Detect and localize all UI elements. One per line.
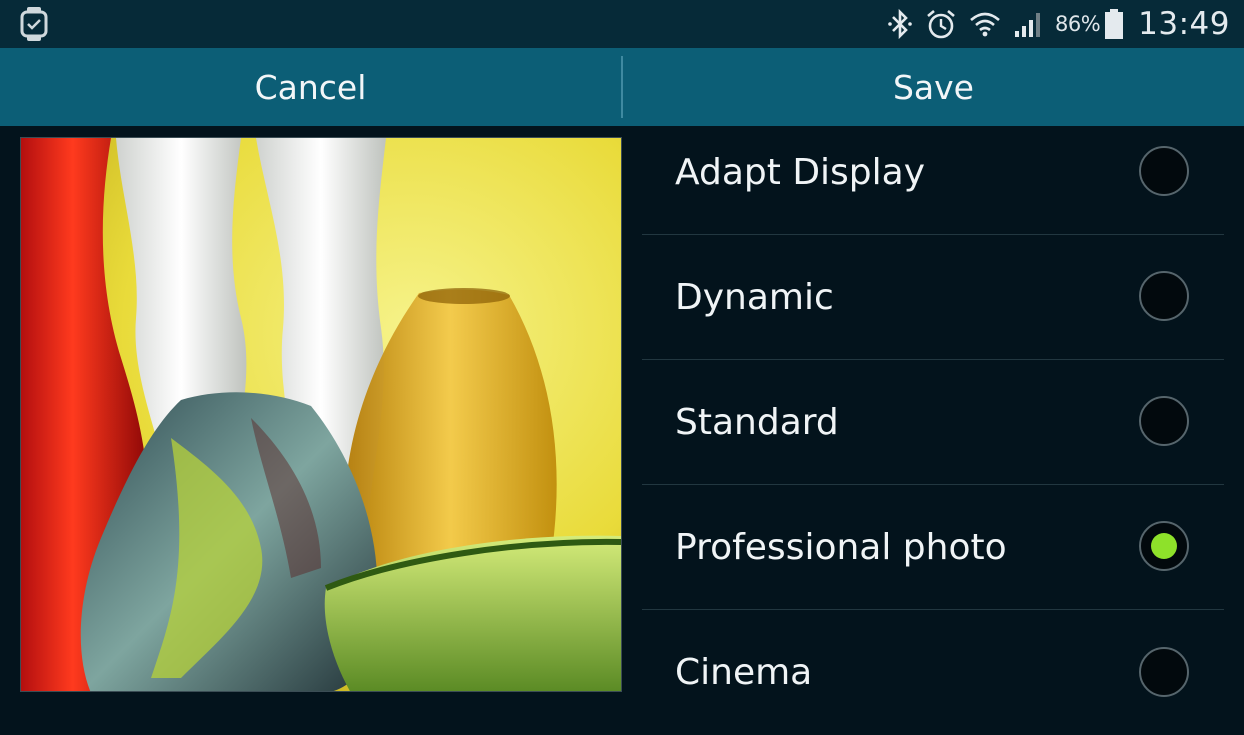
screen-mode-list: Adapt Display Dynamic Standard Professio… [642,0,1224,735]
smartwatch-icon [20,7,48,41]
radio-button[interactable] [1139,396,1189,446]
vases-illustration [21,138,621,691]
mode-label: Adapt Display [675,151,926,193]
cancel-button[interactable]: Cancel [0,48,621,126]
preview-image [20,137,622,692]
radio-button[interactable] [1139,146,1189,196]
mode-label: Dynamic [675,276,834,318]
mode-standard[interactable]: Standard [642,360,1224,485]
radio-button[interactable] [1139,646,1189,697]
radio-button-selected[interactable] [1139,521,1189,571]
mode-professional-photo[interactable]: Professional photo [642,485,1224,610]
mode-cinema[interactable]: Cinema [642,610,1224,735]
mode-label: Standard [675,401,839,443]
mode-label: Cinema [675,652,813,693]
mode-dynamic[interactable]: Dynamic [642,235,1224,360]
mode-adapt-display[interactable]: Adapt Display [642,110,1224,235]
mode-label: Professional photo [675,526,1007,568]
radio-button[interactable] [1139,271,1189,321]
